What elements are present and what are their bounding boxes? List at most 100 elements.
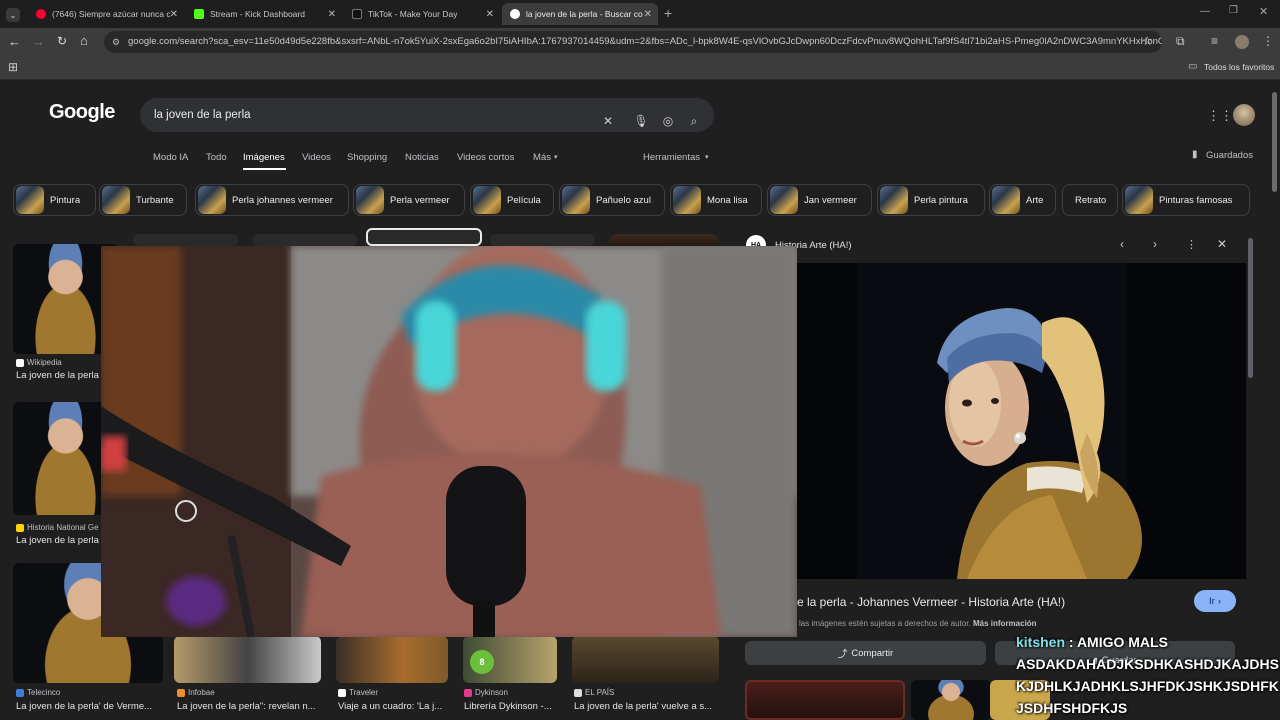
tab-ai-mode[interactable]: Modo IA: [153, 152, 188, 163]
tab-youtube[interactable]: (7646) Siempre azúcar nunca c ✕: [28, 3, 184, 25]
tab-videos[interactable]: Videos: [302, 152, 331, 163]
new-tab-button[interactable]: +: [664, 5, 672, 21]
prev-icon[interactable]: ‹: [1120, 237, 1124, 251]
result-image[interactable]: [572, 636, 719, 683]
search-input[interactable]: la joven de la perla: [140, 98, 714, 132]
apps-icon[interactable]: ⋮⋮: [1207, 108, 1233, 124]
address-bar[interactable]: ⚙ google.com/search?sca_esv=11e50d49d5e2…: [104, 31, 1162, 53]
chip-thumb: [102, 186, 130, 214]
chip-panuelo-azul[interactable]: Pañuelo azul: [559, 184, 665, 216]
chip-perla-johannes-vermeer[interactable]: Perla johannes vermeer: [195, 184, 349, 216]
related-image[interactable]: [911, 680, 991, 720]
chip-pinturas-famosas[interactable]: Pinturas famosas: [1122, 184, 1250, 216]
tab-all[interactable]: Todo: [206, 152, 227, 163]
chat-line: ASDAKDAHADJKSDHKASHDJKAJDHS: [1016, 656, 1279, 672]
result-card[interactable]: Traveler Viaje a un cuadro: 'La j...: [338, 688, 448, 712]
result-image[interactable]: [252, 234, 357, 246]
home-icon[interactable]: ⌂: [80, 33, 88, 48]
related-image[interactable]: [745, 680, 905, 720]
tab-label: la joven de la perla - Buscar co: [526, 9, 643, 19]
copyright-note: las imágenes estén sujetas a derechos de…: [799, 619, 971, 628]
chip-label: Retrato: [1075, 194, 1107, 206]
result-image-selected[interactable]: [366, 228, 482, 246]
kick-icon: [194, 9, 204, 19]
minimize-icon[interactable]: —: [1200, 6, 1210, 17]
tab-news[interactable]: Noticias: [405, 152, 439, 163]
tab-short-videos[interactable]: Videos cortos: [457, 152, 514, 163]
tab-shopping[interactable]: Shopping: [347, 152, 387, 163]
result-image[interactable]: [174, 636, 321, 683]
close-icon[interactable]: ✕: [1217, 237, 1227, 251]
tab-images[interactable]: Imágenes: [243, 152, 285, 163]
clear-icon[interactable]: ✕: [600, 114, 616, 128]
result-card[interactable]: Telecinco La joven de la perla' de Verme…: [16, 688, 161, 712]
back-icon[interactable]: ←: [8, 34, 21, 49]
result-image[interactable]: [490, 234, 595, 246]
tools-button[interactable]: Herramientas: [643, 152, 700, 163]
result-image[interactable]: [133, 234, 238, 246]
lens-icon[interactable]: ◎: [660, 114, 676, 128]
tab-more[interactable]: Más: [533, 152, 551, 163]
result-image[interactable]: [336, 636, 448, 683]
reload-icon[interactable]: ↻: [57, 34, 67, 48]
saved-button[interactable]: Guardados: [1206, 150, 1253, 161]
active-tab-underline: [243, 168, 286, 170]
panel-scrollbar[interactable]: [1248, 238, 1253, 378]
chip-turbante[interactable]: Turbante: [99, 184, 187, 216]
chip-perla-vermeer[interactable]: Perla vermeer: [353, 184, 465, 216]
chip-retrato[interactable]: Retrato: [1062, 184, 1118, 216]
chip-label: Perla vermeer: [390, 194, 450, 206]
google-logo[interactable]: Google: [49, 101, 115, 124]
go-button[interactable]: Ir ›: [1194, 590, 1236, 612]
next-icon[interactable]: ›: [1153, 237, 1157, 251]
result-card[interactable]: Infobae La joven de la perla": revelan n…: [177, 688, 322, 712]
preview-title[interactable]: e la perla - Johannes Vermeer - Historia…: [797, 595, 1065, 609]
chat-overlay: kitshen : AMIGO MALS ASDAKDAHADJKSDHKASH…: [1016, 631, 1280, 719]
preview-image[interactable]: [797, 263, 1246, 579]
tab-kick[interactable]: Stream - Kick Dashboard ✕: [186, 3, 342, 25]
chip-label: Película: [507, 194, 541, 206]
chip-mona-lisa[interactable]: Mona lisa: [670, 184, 762, 216]
tab-search-icon[interactable]: ⌄: [6, 8, 20, 22]
site-info-icon[interactable]: ⚙: [112, 31, 120, 53]
result-card[interactable]: EL PAÍS La joven de la perla' vuelve a s…: [574, 688, 719, 712]
chip-pintura[interactable]: Pintura: [13, 184, 96, 216]
more-info-link[interactable]: Más información: [973, 619, 1037, 628]
bookmark-star-icon[interactable]: ☆: [1142, 34, 1153, 48]
profile-avatar[interactable]: [1235, 35, 1249, 49]
chip-pelicula[interactable]: Película: [470, 184, 554, 216]
close-icon[interactable]: ✕: [328, 9, 336, 20]
close-icon[interactable]: ✕: [170, 9, 178, 20]
close-icon[interactable]: ✕: [644, 9, 652, 20]
result-card[interactable]: Dykinson Librería Dykinson -...: [464, 688, 559, 712]
streamer-webcam-feed: [101, 246, 797, 637]
page-scrollbar[interactable]: [1272, 92, 1277, 192]
tab-tiktok[interactable]: TikTok - Make Your Day ✕: [344, 3, 500, 25]
chip-jan-vermeer[interactable]: Jan vermeer: [767, 184, 872, 216]
account-avatar[interactable]: [1233, 104, 1255, 126]
search-icon[interactable]: ⌕: [686, 114, 702, 129]
chip-label: Turbante: [136, 194, 174, 206]
maximize-icon[interactable]: ❐: [1229, 5, 1238, 16]
chip-perla-pintura[interactable]: Perla pintura: [877, 184, 985, 216]
telecinco-icon: [16, 688, 24, 697]
apps-grid-icon[interactable]: ⊞: [8, 60, 18, 74]
chat-line: KJDHLKJADHKLSJHFDKJSHKJSDHFK: [1016, 678, 1279, 694]
share-button[interactable]: ⤴ Compartir: [745, 641, 986, 665]
extensions-icon[interactable]: ⧉: [1176, 34, 1185, 49]
chat-line: JSDHFSHDFKJS: [1016, 700, 1128, 716]
chip-thumb: [562, 186, 590, 214]
tab-google-search[interactable]: la joven de la perla - Buscar co ✕: [502, 3, 658, 25]
close-icon[interactable]: ✕: [486, 9, 494, 20]
close-window-icon[interactable]: ✕: [1259, 5, 1268, 18]
menu-icon[interactable]: ⋮: [1262, 34, 1274, 48]
forward-icon[interactable]: →: [32, 34, 45, 49]
chip-arte[interactable]: Arte: [989, 184, 1056, 216]
chevron-right-icon: ›: [1217, 595, 1221, 607]
chip-thumb: [198, 186, 226, 214]
more-options-icon[interactable]: ⋮: [1186, 238, 1197, 251]
share-icon: ⤴: [837, 649, 848, 660]
all-bookmarks-label[interactable]: Todos los favoritos: [1204, 62, 1274, 72]
microphone-icon[interactable]: 🎙: [633, 114, 649, 128]
media-icon[interactable]: ≡: [1211, 34, 1218, 48]
